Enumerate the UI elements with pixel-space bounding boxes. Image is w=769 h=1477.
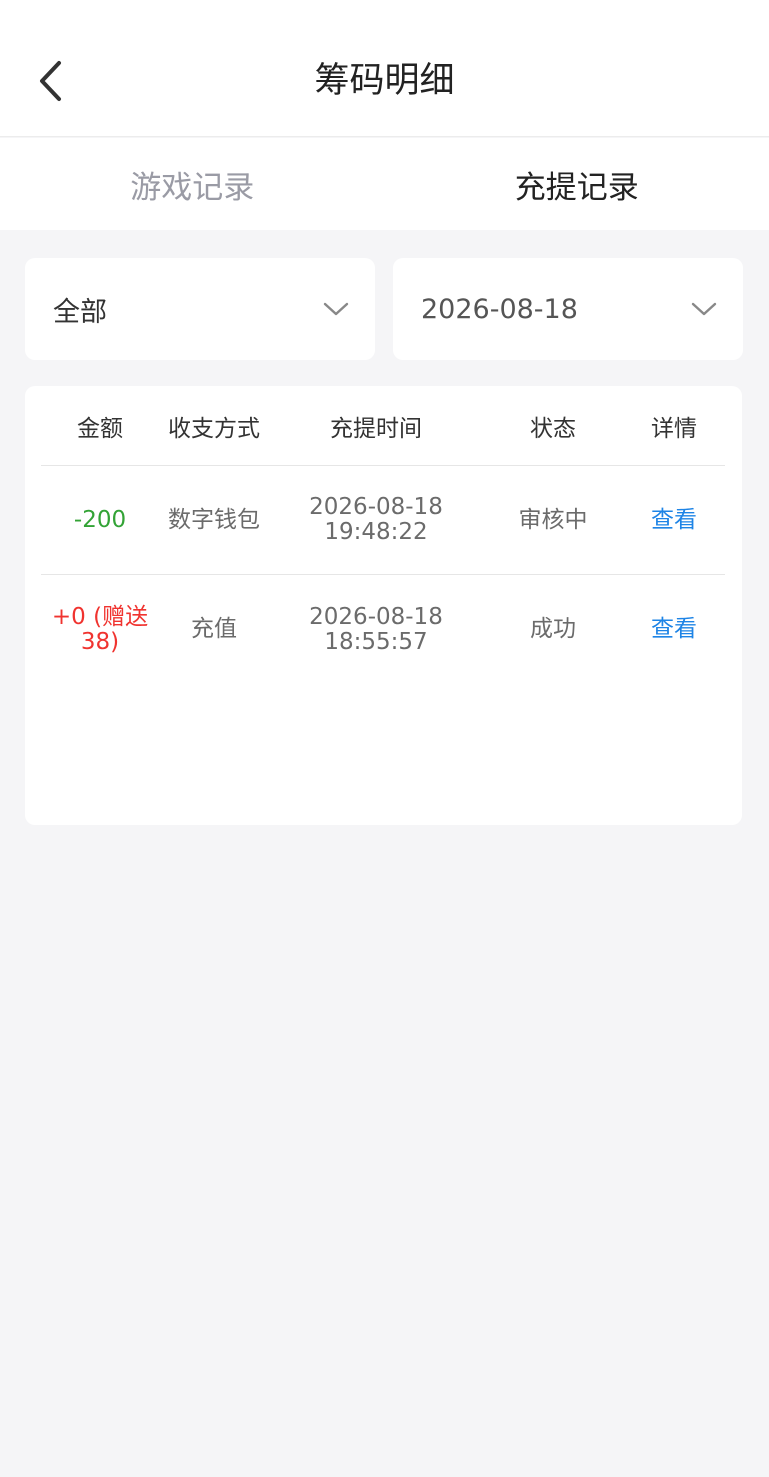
time-cell-date: 2026-08-18: [309, 603, 443, 630]
page-title: 筹码明细: [314, 61, 455, 101]
column-header-method: 收支方式: [168, 415, 260, 442]
table-row: -200 数字钱包 2026-08-18 19:48:22 审核中 查看: [41, 466, 725, 575]
view-detail-link[interactable]: 查看: [623, 617, 725, 642]
type-filter-value: 全部: [53, 296, 107, 328]
records-table: 金额 收支方式 充提时间 状态 详情 -200 数字钱包 2026-08-18 …: [25, 386, 742, 825]
method-cell: 数字钱包: [168, 506, 260, 533]
time-cell-date: 2026-08-18: [309, 494, 443, 520]
type-filter-dropdown[interactable]: 全部: [25, 258, 375, 360]
chevron-down-icon: [691, 302, 717, 316]
column-header-amount: 金额: [77, 415, 123, 442]
method-cell: 充值: [191, 616, 237, 642]
column-header-time: 充提时间: [330, 415, 422, 442]
tab-deposit-withdraw-records[interactable]: 充提记录: [385, 138, 769, 230]
time-cell-time: 19:48:22: [324, 519, 428, 545]
tab-bar: 游戏记录 充提记录: [0, 138, 769, 230]
amount-cell: -200: [73, 506, 127, 533]
amount-cell: +0 (赠送38): [51, 603, 149, 655]
tab-game-records[interactable]: 游戏记录: [0, 138, 385, 230]
time-cell-time: 18:55:57: [324, 628, 428, 655]
filter-bar: 全部 2026-08-18: [25, 258, 743, 360]
time-cell: 2026-08-18 19:48:22: [269, 495, 483, 545]
time-cell: 2026-08-18 18:55:57: [269, 603, 483, 655]
column-header-detail: 详情: [651, 415, 697, 442]
chevron-down-icon: [323, 302, 349, 316]
view-detail-link[interactable]: 查看: [623, 507, 725, 533]
status-cell: 审核中: [518, 506, 588, 533]
top-bar: 筹码明细: [0, 0, 769, 137]
table-row: +0 (赠送38) 充值 2026-08-18 18:55:57 成功 查看: [41, 575, 725, 684]
column-header-status: 状态: [530, 415, 576, 442]
table-header: 金额 收支方式 充提时间 状态 详情: [41, 386, 725, 466]
date-filter-dropdown[interactable]: 2026-08-18: [393, 258, 743, 360]
date-filter-value: 2026-08-18: [421, 293, 578, 325]
status-cell: 成功: [530, 616, 576, 642]
